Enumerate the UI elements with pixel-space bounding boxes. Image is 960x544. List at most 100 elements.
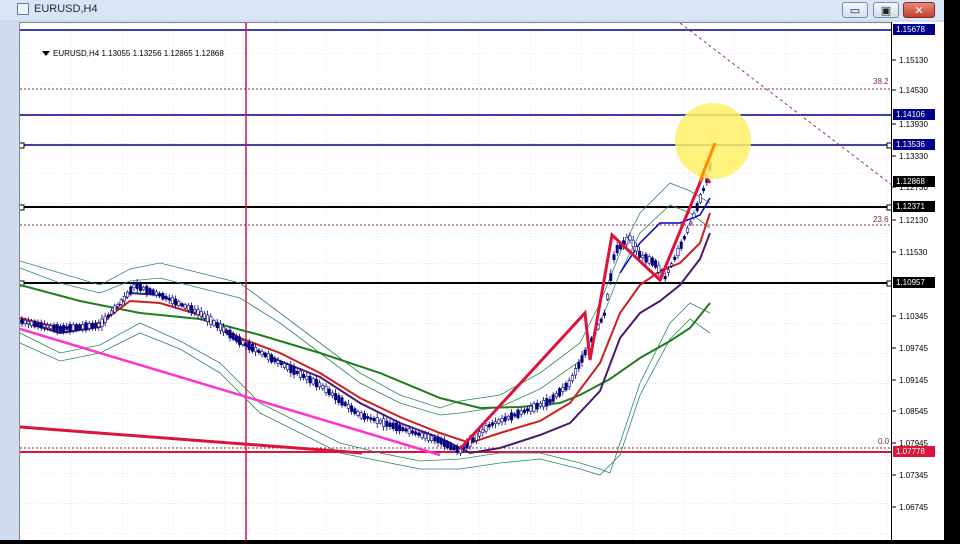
- candle-body: [199, 311, 203, 317]
- candle-body: [231, 332, 235, 340]
- candle-body: [372, 417, 376, 422]
- candle-body: [481, 429, 485, 434]
- candle-body: [330, 392, 334, 397]
- candle-body: [154, 291, 158, 296]
- price-line-label: 1.07778: [896, 447, 925, 456]
- candle-body: [279, 362, 283, 366]
- title-bar[interactable]: EURUSD,H4 ▭ ▣ ✕: [0, 0, 944, 20]
- candle-body: [426, 433, 430, 441]
- candle-body: [631, 239, 635, 247]
- candle-body: [186, 305, 190, 311]
- candle-body: [455, 446, 459, 454]
- candle-body: [516, 409, 520, 419]
- line-handle[interactable]: [20, 204, 25, 211]
- candle-body: [148, 288, 152, 294]
- candle-body: [654, 260, 658, 268]
- candle-body: [580, 355, 584, 363]
- price-tick-label: 1.07345: [899, 471, 928, 480]
- candle-body: [378, 419, 382, 424]
- candle-body: [218, 323, 222, 331]
- candle-body: [548, 399, 552, 403]
- candle-body: [647, 256, 651, 264]
- candle-body: [625, 237, 629, 245]
- price-tick-label: 1.10345: [899, 312, 928, 321]
- close-button[interactable]: ✕: [903, 2, 935, 18]
- price-tick-label: 1.08545: [899, 407, 928, 416]
- candle-body: [71, 324, 75, 331]
- candle-body: [439, 438, 443, 445]
- chart-canvas[interactable]: [20, 23, 892, 541]
- candle-body: [177, 301, 181, 306]
- highlight-circle[interactable]: [675, 103, 751, 179]
- candle-body: [570, 375, 574, 382]
- candle-body: [382, 418, 386, 427]
- candle-body: [410, 430, 414, 434]
- candle-body: [407, 428, 411, 434]
- candle-body: [305, 375, 309, 380]
- candle-body: [478, 431, 482, 437]
- price-line-label: 1.15678: [896, 25, 925, 34]
- candle-body: [202, 313, 206, 319]
- candle-body: [94, 323, 98, 328]
- candle-body: [394, 422, 398, 431]
- candle-body: [433, 437, 437, 442]
- candle-body: [487, 424, 491, 428]
- candle-body: [295, 370, 299, 375]
- candle-body: [52, 324, 56, 332]
- candle-body: [228, 329, 232, 339]
- price-line-label: 1.12868: [896, 177, 925, 186]
- maximize-button[interactable]: ▣: [873, 2, 899, 18]
- candle-body: [526, 408, 530, 412]
- candle-body: [362, 413, 366, 420]
- price-chart[interactable]: EURUSD,H4 1.13055 1.13256 1.12865 1.1286…: [19, 22, 892, 541]
- candle-body: [276, 360, 280, 364]
- candle-body: [180, 303, 184, 307]
- candle-body: [39, 322, 43, 329]
- candle-body: [170, 297, 174, 305]
- candle-body: [359, 412, 363, 419]
- candle-body: [257, 349, 261, 353]
- candle-body: [398, 424, 402, 432]
- candle-body: [401, 426, 405, 431]
- candle-body: [564, 383, 568, 391]
- candle-body: [138, 283, 142, 291]
- candle-body: [289, 364, 293, 373]
- price-axis[interactable]: 1.15130 1.14530 1.13930 1.13330 1.12730 1.121…: [891, 22, 944, 540]
- candle-body: [238, 336, 242, 345]
- candle-body: [404, 428, 408, 432]
- price-axis-canvas: 1.151301.145301.139301.133301.127301.121…: [892, 24, 935, 512]
- candle-body: [42, 324, 46, 328]
- candle-body: [391, 422, 395, 429]
- candle-body: [676, 247, 680, 257]
- candle-body: [65, 326, 69, 330]
- candle-body: [599, 318, 603, 323]
- candle-body: [522, 409, 526, 413]
- candle-body: [324, 385, 328, 394]
- candle-body: [26, 321, 30, 325]
- candle-body: [145, 285, 149, 294]
- candle-body: [356, 411, 360, 416]
- minimize-button[interactable]: ▭: [842, 2, 868, 18]
- candle-body: [87, 323, 91, 329]
- candle-body: [532, 403, 536, 412]
- candle-body: [490, 422, 494, 426]
- candle-body: [167, 297, 171, 301]
- candle-body: [641, 254, 645, 259]
- candle-body: [158, 293, 162, 297]
- candle-body: [78, 324, 82, 330]
- price-tick-label: 1.09745: [899, 344, 928, 353]
- chevron-down-icon[interactable]: [42, 51, 50, 56]
- candle-body: [298, 370, 302, 378]
- line-handle[interactable]: [20, 142, 25, 149]
- candle-body: [698, 194, 702, 203]
- symbol-quote: EURUSD,H4 1.13055 1.13256 1.12865 1.1286…: [53, 49, 224, 58]
- candle-body: [129, 286, 133, 295]
- candle-body: [673, 256, 677, 261]
- candle-body: [442, 439, 446, 447]
- candle-body: [695, 203, 699, 211]
- candle-body: [574, 368, 578, 376]
- candle-body: [634, 246, 638, 252]
- candle-body: [206, 314, 210, 322]
- terminal-window: EURUSD,H4 ▭ ▣ ✕ EURUSD,H4 1.13055 1.1325…: [0, 0, 944, 541]
- candle-body: [561, 387, 565, 392]
